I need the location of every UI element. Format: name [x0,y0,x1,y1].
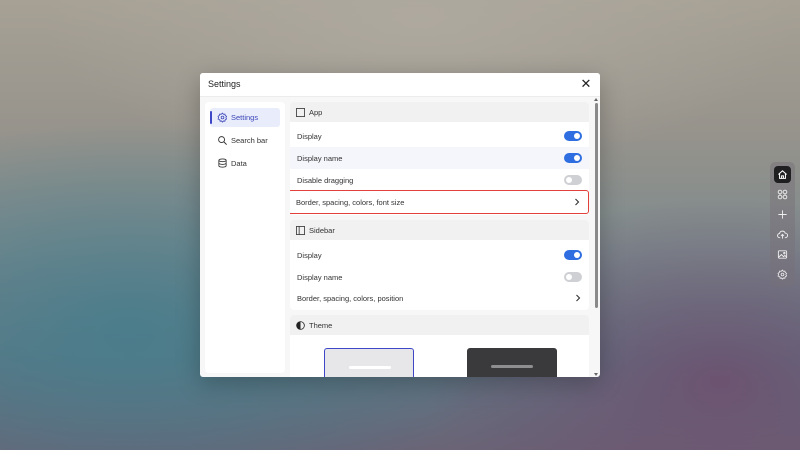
section-title: Theme [309,321,333,330]
setting-label: Display [297,132,322,141]
setting-label: Border, spacing, colors, font size [296,198,405,207]
plus-icon [778,210,787,219]
content-scrollbar[interactable] [593,97,600,377]
display-toggle[interactable] [564,131,582,141]
sidebar-display-name-toggle[interactable] [564,272,582,282]
gear-icon [217,112,228,123]
chevron-right-icon [575,198,580,206]
setting-label: Display [297,251,322,260]
nav-item-settings[interactable]: Settings [210,108,280,127]
section-theme: Theme [290,315,589,377]
sidebar-display-toggle[interactable] [564,250,582,260]
section-header-app: App [290,102,589,122]
window-icon [296,108,305,117]
section-header-theme: Theme [290,315,589,335]
close-icon[interactable]: ✕ [578,76,594,92]
dock-upload-button[interactable] [774,226,791,243]
setting-label: Display name [297,154,343,163]
sidebar-layout-icon [296,226,305,235]
nav-item-label: Search bar [231,136,268,145]
apps-icon [777,189,788,200]
dock-image-button[interactable] [774,246,791,263]
nav-item-label: Settings [231,113,259,122]
setting-row-sidebar-display: Display [290,244,589,266]
setting-row-display-name: Display name [290,147,589,169]
image-icon [777,250,788,259]
settings-dialog: Settings ✕ Settings Search bar Data App … [200,73,600,377]
setting-label: Display name [297,273,343,282]
nav-item-data[interactable]: Data [210,154,280,173]
theme-option-dark[interactable] [467,348,557,377]
theme-option-light[interactable] [324,348,414,377]
theme-preview-bar [491,365,533,368]
settings-content: App Display Display name Disable draggin… [290,102,589,377]
section-title: App [309,108,323,117]
nav-item-search-bar[interactable]: Search bar [210,131,280,150]
dock-home-button[interactable] [774,166,791,183]
dock-settings-button[interactable] [774,266,791,283]
contrast-icon [296,321,305,330]
settings-nav: Settings Search bar Data [205,102,285,373]
setting-row-display: Display [290,125,589,147]
gear-icon [777,269,788,280]
floating-dock [770,162,795,287]
cloud-upload-icon [777,230,788,239]
disable-dragging-toggle[interactable] [564,175,582,185]
search-icon [218,136,227,145]
nav-item-label: Data [231,159,247,168]
section-app: App Display Display name Disable draggin… [290,102,589,215]
dock-apps-button[interactable] [774,186,791,203]
display-name-toggle[interactable] [564,153,582,163]
chevron-right-icon [576,294,581,302]
app-appearance-link[interactable]: Border, spacing, colors, font size [290,190,589,214]
database-icon [218,158,227,168]
dock-add-button[interactable] [774,206,791,223]
section-header-sidebar: Sidebar [290,220,589,240]
section-title: Sidebar [309,226,335,235]
theme-preview-bar [349,366,391,369]
setting-label: Border, spacing, colors, position [297,294,404,303]
scroll-up-arrow-icon[interactable] [594,98,598,101]
scroll-down-arrow-icon[interactable] [594,373,598,376]
setting-label: Disable dragging [297,176,354,185]
section-sidebar: Sidebar Display Display name Border, spa… [290,220,589,310]
setting-row-disable-dragging: Disable dragging [290,169,589,191]
sidebar-appearance-link[interactable]: Border, spacing, colors, position [290,287,589,309]
scroll-thumb[interactable] [595,103,598,308]
setting-row-sidebar-display-name: Display name [290,266,589,288]
home-icon [778,170,787,179]
dialog-title: Settings [208,79,241,89]
dialog-titlebar[interactable]: Settings ✕ [200,73,600,97]
